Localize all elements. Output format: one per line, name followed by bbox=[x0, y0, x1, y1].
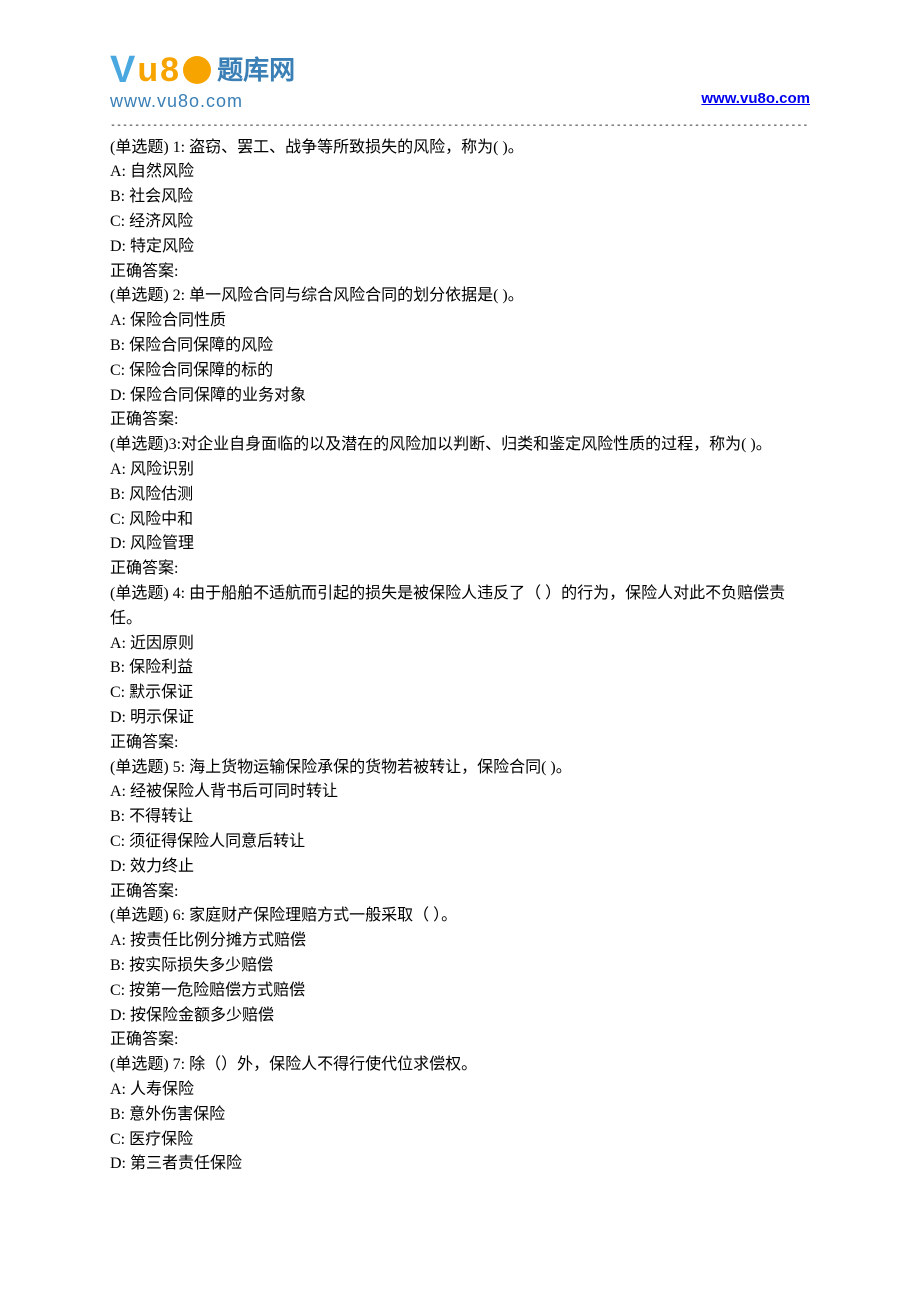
question-option: C: 保险合同保障的标的 bbox=[110, 359, 810, 384]
questions-content: (单选题) 1: 盗窃、罢工、战争等所致损失的风险，称为( )。 A: 自然风险… bbox=[110, 136, 810, 1177]
answer-label: 正确答案: bbox=[110, 557, 810, 582]
logo-letter-u: u bbox=[137, 53, 158, 87]
question-option: D: 特定风险 bbox=[110, 235, 810, 260]
question-option: D: 保险合同保障的业务对象 bbox=[110, 384, 810, 409]
answer-label: 正确答案: bbox=[110, 731, 810, 756]
answer-label: 正确答案: bbox=[110, 880, 810, 905]
logo-brand-text: 题库网 bbox=[217, 50, 295, 90]
question-stem: (单选题) 7: 除（）外，保险人不得行使代位求偿权。 bbox=[110, 1053, 810, 1078]
question-option: A: 经被保险人背书后可同时转让 bbox=[110, 780, 810, 805]
answer-label: 正确答案: bbox=[110, 408, 810, 433]
question-option: A: 风险识别 bbox=[110, 458, 810, 483]
question-option: C: 医疗保险 bbox=[110, 1128, 810, 1153]
divider-line: ----------------------------------------… bbox=[110, 118, 810, 134]
question-option: D: 风险管理 bbox=[110, 532, 810, 557]
question-option: A: 保险合同性质 bbox=[110, 309, 810, 334]
question-option: C: 风险中和 bbox=[110, 508, 810, 533]
question-option: A: 按责任比例分摊方式赔偿 bbox=[110, 929, 810, 954]
question-stem: (单选题) 4: 由于船舶不适航而引起的损失是被保险人违反了（ ）的行为，保险人… bbox=[110, 582, 810, 632]
question-option: D: 按保险金额多少赔偿 bbox=[110, 1004, 810, 1029]
question-stem: (单选题) 5: 海上货物运输保险承保的货物若被转让，保险合同( )。 bbox=[110, 756, 810, 781]
question-option: B: 不得转让 bbox=[110, 805, 810, 830]
question-option: C: 默示保证 bbox=[110, 681, 810, 706]
question-option: B: 社会风险 bbox=[110, 185, 810, 210]
logo-circle-icon bbox=[183, 56, 211, 84]
question-option: C: 按第一危险赔偿方式赔偿 bbox=[110, 979, 810, 1004]
question-option: B: 风险估测 bbox=[110, 483, 810, 508]
question-stem: (单选题)3:对企业自身面临的以及潜在的风险加以判断、归类和鉴定风险性质的过程，… bbox=[110, 433, 810, 458]
logo-url-text: www.vu8o.com bbox=[110, 88, 243, 116]
question-option: B: 保险合同保障的风险 bbox=[110, 334, 810, 359]
question-option: A: 近因原则 bbox=[110, 632, 810, 657]
question-option: B: 按实际损失多少赔偿 bbox=[110, 954, 810, 979]
page-header: V u 8 题库网 www.vu8o.com www.vu8o.com bbox=[110, 50, 810, 116]
logo-graphic: V u 8 题库网 bbox=[110, 50, 295, 90]
question-option: D: 第三者责任保险 bbox=[110, 1152, 810, 1177]
question-option: B: 保险利益 bbox=[110, 656, 810, 681]
question-option: D: 明示保证 bbox=[110, 706, 810, 731]
logo-digit-8: 8 bbox=[160, 53, 179, 87]
question-option: A: 人寿保险 bbox=[110, 1078, 810, 1103]
question-option: A: 自然风险 bbox=[110, 160, 810, 185]
site-logo: V u 8 题库网 www.vu8o.com bbox=[110, 50, 295, 116]
answer-label: 正确答案: bbox=[110, 260, 810, 285]
question-option: B: 意外伤害保险 bbox=[110, 1103, 810, 1128]
header-website-link[interactable]: www.vu8o.com bbox=[701, 87, 810, 110]
logo-letter-v: V bbox=[110, 51, 135, 89]
question-stem: (单选题) 1: 盗窃、罢工、战争等所致损失的风险，称为( )。 bbox=[110, 136, 810, 161]
answer-label: 正确答案: bbox=[110, 1028, 810, 1053]
question-option: C: 经济风险 bbox=[110, 210, 810, 235]
question-stem: (单选题) 6: 家庭财产保险理赔方式一般采取（ ）。 bbox=[110, 904, 810, 929]
question-option: C: 须征得保险人同意后转让 bbox=[110, 830, 810, 855]
question-option: D: 效力终止 bbox=[110, 855, 810, 880]
question-stem: (单选题) 2: 单一风险合同与综合风险合同的划分依据是( )。 bbox=[110, 284, 810, 309]
